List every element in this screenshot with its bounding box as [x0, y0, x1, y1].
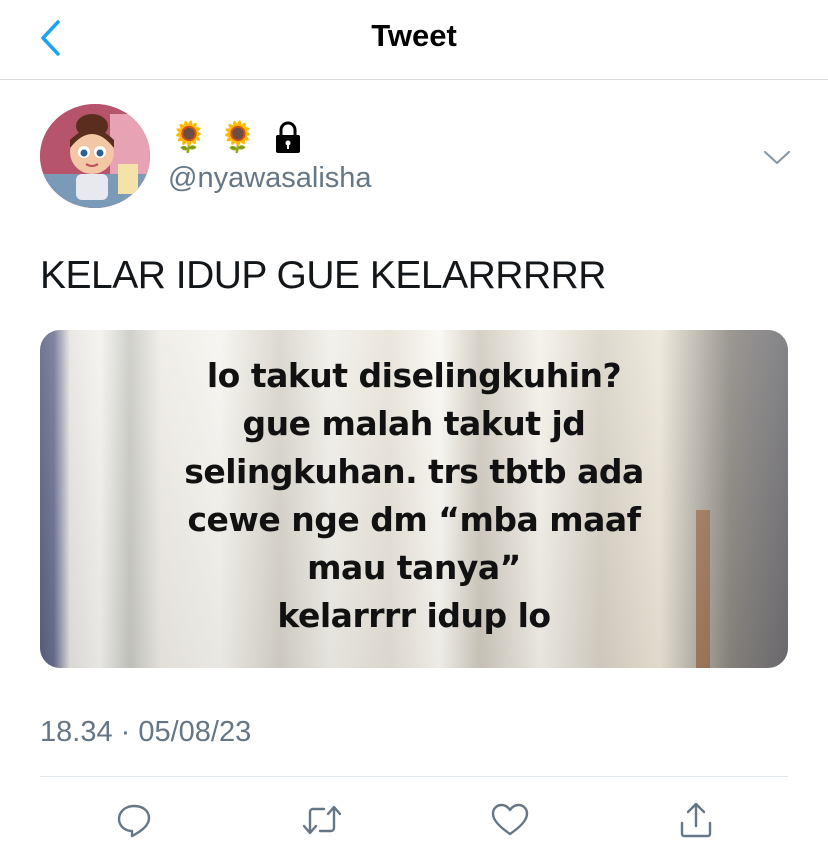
- reply-icon: [117, 804, 151, 838]
- reply-button[interactable]: [114, 800, 154, 840]
- tweet-media[interactable]: lo takut diselingkuhin? gue malah takut …: [40, 330, 788, 668]
- caption-line: lo takut diselingkuhin?: [206, 356, 622, 395]
- media-caption: lo takut diselingkuhin? gue malah takut …: [40, 352, 788, 640]
- page-title: Tweet: [371, 18, 457, 53]
- sunflower-emoji: 🌻: [170, 121, 208, 154]
- author-badges: 🌻 🌻: [170, 118, 303, 158]
- share-icon: [680, 802, 712, 838]
- tweet-text: KELAR IDUP GUE KELARRRRR: [40, 254, 606, 297]
- caption-line: cewe nge dm “mba maaf: [187, 500, 641, 539]
- lock-icon: [275, 121, 300, 153]
- retweet-icon: [302, 805, 342, 835]
- heart-icon: [491, 803, 529, 836]
- caption-line: kelarrrr idup lo: [277, 596, 551, 635]
- avatar[interactable]: [40, 104, 150, 208]
- avatar-image: [40, 104, 150, 208]
- navigation-bar: Tweet: [0, 0, 828, 80]
- chevron-down-icon: [763, 150, 791, 165]
- sunflower-emoji: 🌻: [219, 121, 257, 154]
- tweet-menu-button[interactable]: [762, 146, 792, 170]
- caption-line: selingkuhan. trs tbtb ada: [184, 452, 644, 491]
- tweet-timestamp[interactable]: 18.34 · 05/08/23: [40, 716, 251, 749]
- caption-line: gue malah takut jd: [242, 404, 586, 443]
- retweet-button[interactable]: [302, 800, 342, 840]
- share-button[interactable]: [676, 800, 716, 840]
- like-button[interactable]: [490, 800, 530, 840]
- caption-line: mau tanya”: [307, 548, 521, 587]
- author-handle[interactable]: @nyawasalisha: [168, 162, 372, 195]
- divider: [40, 776, 788, 777]
